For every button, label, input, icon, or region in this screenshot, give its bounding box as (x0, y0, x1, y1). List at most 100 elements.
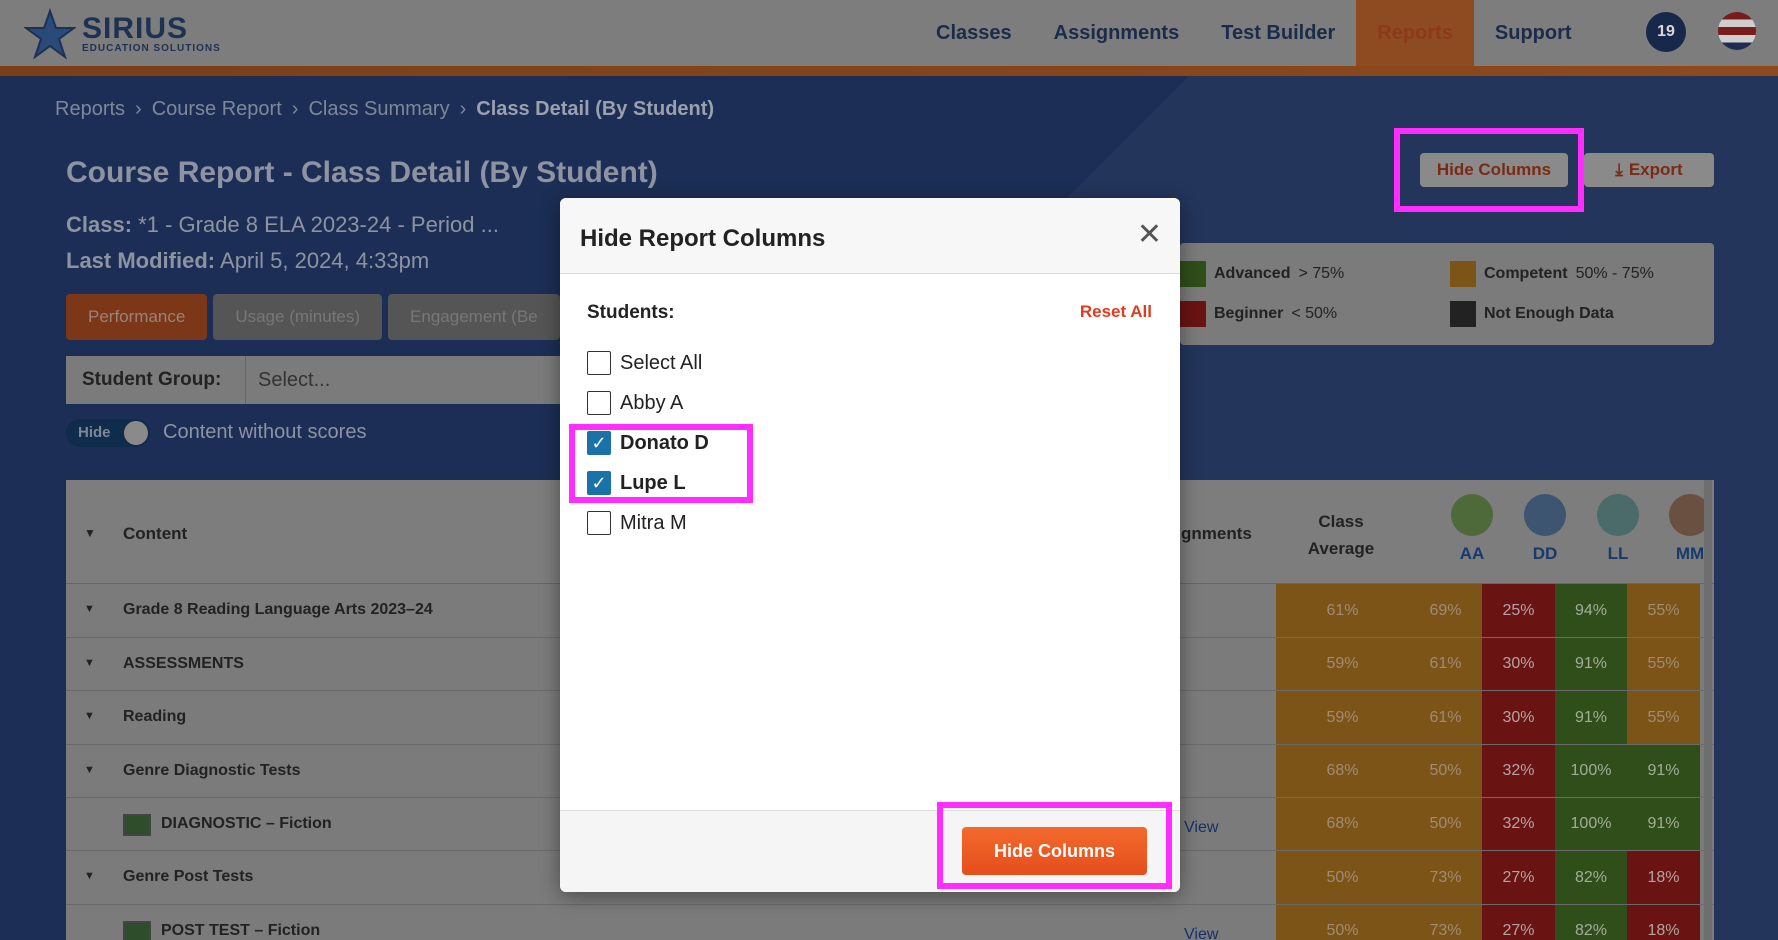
caret-down-icon[interactable]: ▼ (84, 764, 95, 776)
report-tabs: Performance Usage (minutes) Engagement (… (66, 294, 560, 340)
legend-swatch (1180, 301, 1206, 327)
hide-columns-modal: Hide Report Columns ✕ Students: Reset Al… (560, 198, 1180, 892)
class-info: Class: *1 - Grade 8 ELA 2023-24 - Period… (66, 212, 499, 237)
chevron-right-icon: › (291, 98, 299, 120)
row-content-name[interactable]: ASSESSMENTS (123, 655, 244, 673)
tab-performance[interactable]: Performance (66, 294, 208, 340)
student-score-cell: 73% (1409, 851, 1482, 904)
class-average-cell: 50% (1276, 905, 1409, 940)
student-column-ll[interactable]: LL (1582, 494, 1654, 564)
student-checkbox-row[interactable]: Mitra M (587, 511, 687, 535)
download-icon: ⤓ (1615, 160, 1623, 179)
student-score-cell: 55% (1627, 638, 1700, 690)
star-logo-icon (24, 8, 76, 60)
student-score-cell: 82% (1555, 851, 1627, 904)
caret-down-icon[interactable]: ▼ (84, 710, 95, 722)
student-score-cell: 91% (1555, 691, 1627, 744)
student-score-cell: 18% (1627, 851, 1700, 904)
row-content-name[interactable]: Grade 8 Reading Language Arts 2023–24 (123, 601, 433, 619)
caret-down-icon[interactable]: ▼ (84, 603, 95, 615)
checkbox-label: Abby A (620, 391, 684, 414)
class-average-cell: 59% (1276, 638, 1409, 690)
close-icon[interactable]: ✕ (1137, 220, 1162, 250)
column-content[interactable]: Content (123, 524, 187, 544)
student-group-select[interactable]: Select... (246, 369, 330, 392)
student-score-cell: 91% (1555, 638, 1627, 690)
student-score-cell: 61% (1409, 691, 1482, 744)
row-content-name[interactable]: Genre Diagnostic Tests (123, 762, 301, 780)
class-average-cell: 61% (1276, 584, 1409, 637)
checkbox[interactable] (587, 351, 611, 375)
hide-content-toggle[interactable]: Hide (66, 419, 150, 447)
student-score-cell: 30% (1482, 691, 1555, 744)
checkbox[interactable] (587, 391, 611, 415)
user-avatar[interactable] (1718, 12, 1756, 50)
toggle-label: Content without scores (163, 421, 367, 443)
legend-swatch (1450, 301, 1476, 327)
notification-badge[interactable]: 19 (1646, 12, 1686, 52)
tab-engagement[interactable]: Engagement (Be (388, 294, 560, 340)
student-column-aa[interactable]: AA (1436, 494, 1508, 564)
student-score-cell: 100% (1555, 745, 1627, 797)
student-score-cell: 27% (1482, 851, 1555, 904)
row-content-name: DIAGNOSTIC – Fiction (161, 814, 332, 832)
student-score-cell: 50% (1409, 745, 1482, 797)
column-assignments[interactable]: gnments (1181, 524, 1252, 544)
student-score-cell: 18% (1627, 905, 1700, 940)
student-score-cell: 73% (1409, 905, 1482, 940)
reset-all-link[interactable]: Reset All (1080, 302, 1152, 322)
class-average-cell: 68% (1276, 798, 1409, 850)
student-group-filter: Student Group: Select... (66, 356, 576, 404)
nav-accent-line (0, 66, 1778, 76)
student-score-cell: 25% (1482, 584, 1555, 637)
breadcrumb-reports[interactable]: Reports (55, 98, 125, 121)
student-checkbox-row[interactable]: Select All (587, 351, 702, 375)
class-average-cell: 50% (1276, 851, 1409, 904)
caret-down-icon[interactable]: ▼ (84, 657, 95, 669)
student-score-cell: 50% (1409, 798, 1482, 850)
student-score-cell: 27% (1482, 905, 1555, 940)
row-content-name[interactable]: Genre Post Tests (123, 868, 253, 886)
nav-reports[interactable]: Reports (1356, 0, 1474, 66)
nav-assignments[interactable]: Assignments (1033, 0, 1201, 66)
student-score-cell: 91% (1627, 745, 1700, 797)
export-button[interactable]: ⤓ Export (1584, 153, 1714, 187)
student-checkbox-row[interactable]: Abby A (587, 391, 683, 415)
legend-swatch (1450, 261, 1476, 287)
student-score-cell: 94% (1555, 584, 1627, 637)
legend-swatch (1180, 261, 1206, 287)
checkbox-label: Select All (620, 351, 703, 374)
checkbox[interactable] (587, 511, 611, 535)
brand-logo[interactable]: SIRIUS EDUCATION SOLUTIONS (24, 8, 221, 60)
column-class-average[interactable]: Class Average (1276, 508, 1406, 562)
row-content-name[interactable]: Reading (123, 708, 186, 726)
brand-name: SIRIUS (82, 11, 189, 45)
nav-classes[interactable]: Classes (915, 0, 1033, 66)
assessment-thumbnail (123, 813, 151, 836)
student-column-dd[interactable]: DD (1509, 494, 1581, 564)
checkbox-label: Mitra M (620, 511, 687, 534)
student-score-cell: 91% (1627, 798, 1700, 850)
highlight-submit-button (937, 802, 1172, 889)
student-column-mm[interactable]: MM (1654, 494, 1726, 564)
nav-test-builder[interactable]: Test Builder (1200, 0, 1356, 66)
legend-not-enough-data: Not Enough Data (1450, 301, 1614, 327)
student-score-cell: 69% (1409, 584, 1482, 637)
view-link[interactable]: View (1184, 926, 1218, 940)
nav-support[interactable]: Support (1474, 0, 1593, 66)
breadcrumb-course-report[interactable]: Course Report (152, 98, 282, 121)
modal-section-label: Students: (587, 302, 675, 323)
student-avatar (1524, 494, 1566, 536)
view-link[interactable]: View (1184, 819, 1218, 837)
legend-beginner: Beginner < 50% (1180, 301, 1337, 327)
student-avatar (1451, 494, 1493, 536)
student-score-cell: 82% (1555, 905, 1627, 940)
last-modified: Last Modified: April 5, 2024, 4:33pm (66, 248, 430, 273)
table-scrollbar[interactable] (1704, 480, 1712, 940)
tab-usage[interactable]: Usage (minutes) (213, 294, 383, 340)
row-content-name: POST TEST – Fiction (161, 921, 321, 939)
caret-down-icon[interactable]: ▼ (84, 526, 96, 540)
chevron-right-icon: › (459, 98, 467, 120)
caret-down-icon[interactable]: ▼ (84, 870, 95, 882)
breadcrumb-class-summary[interactable]: Class Summary (308, 98, 449, 121)
